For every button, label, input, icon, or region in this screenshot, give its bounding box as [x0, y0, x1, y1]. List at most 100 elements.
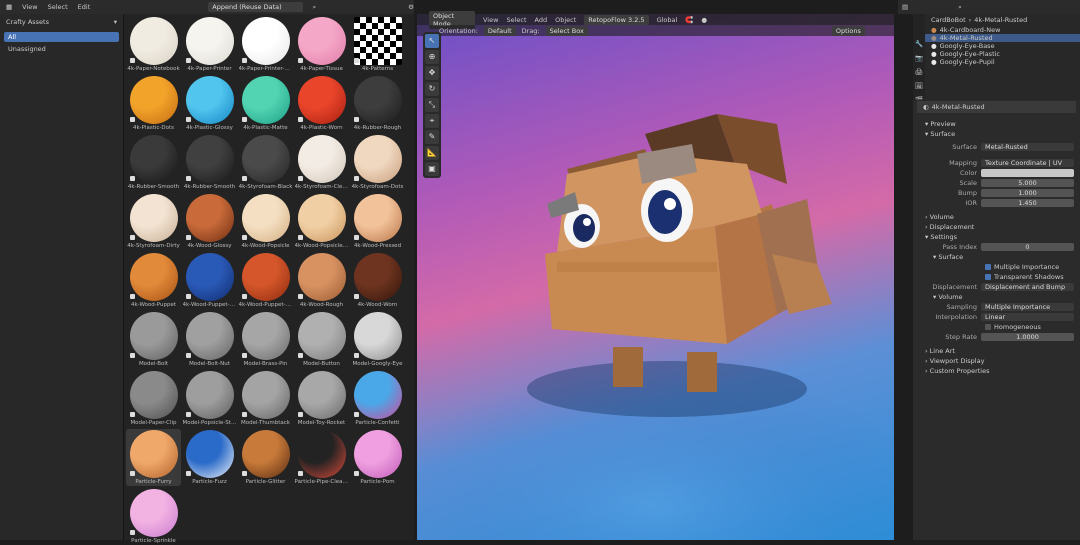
asset-tile[interactable]: Model-Thumbtack	[238, 370, 293, 427]
asset-tile[interactable]: Particle-Glitter	[238, 429, 293, 486]
subsection-volume[interactable]: Volume	[913, 292, 1080, 302]
settings-icon[interactable]: ⚙	[408, 3, 414, 11]
asset-tile[interactable]: 4k-Plastic-Worn	[294, 75, 349, 132]
asset-tile[interactable]: 4k-Wood-Puppet	[126, 252, 181, 309]
asset-tile[interactable]: Particle-Confetti	[350, 370, 405, 427]
section-line-art[interactable]: Line Art	[913, 346, 1080, 356]
drag-dropdown[interactable]: Select Box	[545, 25, 588, 36]
subsection-surface[interactable]: Surface	[913, 252, 1080, 262]
render-tab-icon[interactable]: 📷	[915, 54, 923, 62]
section-volume[interactable]: Volume	[913, 212, 1080, 222]
material-slot[interactable]: ● Googly-Eye-Plastic	[925, 50, 1080, 58]
mapping-field[interactable]: Texture Coordinate | UV	[981, 159, 1074, 167]
asset-tile[interactable]: 4k-Wood-Pressed	[350, 193, 405, 250]
asset-tile[interactable]: 4k-Rubber-Smooth	[182, 134, 237, 191]
surface-shader-field[interactable]: Metal-Rusted	[981, 143, 1074, 151]
vp-menu-object[interactable]: Object	[555, 16, 576, 24]
transparent-shadows-checkbox[interactable]: Transparent Shadows	[913, 272, 1080, 282]
category-all[interactable]: All	[4, 32, 119, 42]
rotate-icon[interactable]: ↻	[425, 82, 439, 96]
sampling-dropdown[interactable]: Multiple Importance	[981, 303, 1074, 311]
displacement-dropdown[interactable]: Displacement and Bump	[981, 283, 1074, 291]
asset-tile[interactable]: Particle-Sprinkle	[126, 488, 181, 545]
asset-tile[interactable]: 4k-Paper-Printer	[182, 16, 237, 73]
asset-tile[interactable]: Particle-Furry	[126, 429, 181, 486]
scale-icon[interactable]: ⤡	[425, 98, 439, 112]
ior-field[interactable]: 1.450	[981, 199, 1074, 207]
asset-tile[interactable]: 4k-Styrofoam-Black	[238, 134, 293, 191]
asset-tile[interactable]: Particle-Fuzz	[182, 429, 237, 486]
asset-tile[interactable]: Model-Bolt	[126, 311, 181, 368]
snap-icon[interactable]: 🧲	[685, 16, 693, 24]
section-custom-properties[interactable]: Custom Properties	[913, 366, 1080, 376]
asset-tile[interactable]: 4k-Styrofoam-Clean	[294, 134, 349, 191]
select-cursor-icon[interactable]: ↖	[425, 34, 439, 48]
material-slot[interactable]: ● 4k-Cardboard-New	[925, 26, 1080, 34]
library-selector[interactable]: Crafty Assets ▾	[0, 14, 123, 30]
section-preview[interactable]: Preview	[913, 119, 1080, 129]
asset-tile[interactable]: 4k-Styrofoam-Dots	[350, 134, 405, 191]
asset-tile[interactable]: Model-Toy-Rocket	[294, 370, 349, 427]
asset-tile[interactable]: 4k-Wood-Glossy	[182, 193, 237, 250]
import-mode-dropdown[interactable]: Append (Reuse Data)	[208, 2, 303, 12]
material-slot[interactable]: ● Googly-Eye-Pupil	[925, 58, 1080, 66]
asset-tile[interactable]: 4k-Wood-Worn	[350, 252, 405, 309]
bump-field[interactable]: 1.000	[981, 189, 1074, 197]
tool-tab-icon[interactable]: 🔧	[915, 40, 923, 48]
asset-tile[interactable]: Model-Brass-Pin	[238, 311, 293, 368]
view-layer-tab-icon[interactable]: 🖼	[915, 82, 923, 90]
material-slot[interactable]: ● Googly-Eye-Base	[925, 42, 1080, 50]
annotate-icon[interactable]: ✎	[425, 130, 439, 144]
material-datablock[interactable]: ◐ 4k-Metal-Rusted	[917, 101, 1076, 113]
menu-view[interactable]: View	[22, 3, 37, 11]
move-icon[interactable]: ✥	[425, 66, 439, 80]
shading-solid-icon[interactable]: ●	[701, 16, 707, 24]
asset-tile[interactable]: 4k-Patterns	[350, 16, 405, 73]
measure-icon[interactable]: 📐	[425, 146, 439, 160]
asset-tile[interactable]: 4k-Paper-Notebook	[126, 16, 181, 73]
section-surface[interactable]: Surface	[913, 129, 1080, 139]
vp-menu-add[interactable]: Add	[535, 16, 548, 24]
asset-tile[interactable]: 4k-Rubber-Smooth	[126, 134, 181, 191]
asset-tile[interactable]: 4k-Styrofoam-Dirty	[126, 193, 181, 250]
asset-tile[interactable]: Model-Popsicle-Stick	[182, 370, 237, 427]
asset-tile[interactable]: Particle-Pom	[350, 429, 405, 486]
vp-menu-view[interactable]: View	[483, 16, 498, 24]
category-unassigned[interactable]: Unassigned	[4, 44, 119, 54]
color-swatch[interactable]	[981, 169, 1074, 177]
add-cube-icon[interactable]: ▣	[425, 162, 439, 176]
asset-tile[interactable]: 4k-Plastic-Dots	[126, 75, 181, 132]
multiple-importance-checkbox[interactable]: Multiple Importance	[913, 262, 1080, 272]
vp-menu-select[interactable]: Select	[506, 16, 526, 24]
editor-type-icon-right[interactable]: ▤	[902, 3, 908, 11]
asset-tile[interactable]: 4k-Wood-Popsicle-Dark	[294, 193, 349, 250]
orientation-dropdown[interactable]: Default	[483, 25, 516, 36]
search-field-icon[interactable]: ⌕	[958, 3, 962, 12]
material-slot[interactable]: ● 4k-Metal-Rusted	[925, 34, 1080, 42]
asset-tile[interactable]: 4k-Plastic-Matte	[238, 75, 293, 132]
asset-tile[interactable]: Model-Button	[294, 311, 349, 368]
asset-tile[interactable]: 4k-Wood-Puppet-Painted	[182, 252, 237, 309]
section-settings[interactable]: Settings	[913, 232, 1080, 242]
asset-tile[interactable]: Model-Googly-Eye	[350, 311, 405, 368]
interpolation-dropdown[interactable]: Linear	[981, 313, 1074, 321]
homogeneous-checkbox[interactable]: Homogeneous	[913, 322, 1080, 332]
menu-select[interactable]: Select	[48, 3, 68, 11]
asset-tile[interactable]: 4k-Plastic-Glossy	[182, 75, 237, 132]
section-displacement[interactable]: Displacement	[913, 222, 1080, 232]
asset-tile[interactable]: Model-Bolt-Nut	[182, 311, 237, 368]
asset-tile[interactable]: 4k-Wood-Popsicle	[238, 193, 293, 250]
search-icon[interactable]: ⌕	[313, 3, 317, 12]
asset-tile[interactable]: Model-Paper-Clip	[126, 370, 181, 427]
transform-orientation[interactable]: Global	[657, 16, 678, 24]
pass-index-field[interactable]: 0	[981, 243, 1074, 251]
asset-tile[interactable]: 4k-Rubber-Rough	[350, 75, 405, 132]
transform-icon[interactable]: ⌖	[425, 114, 439, 128]
asset-tile[interactable]: 4k-Wood-Puppet-Red	[238, 252, 293, 309]
asset-tile[interactable]: Particle-Pipe-Cleaner	[294, 429, 349, 486]
editor-type-icon[interactable]: ▦	[6, 3, 12, 11]
step-rate-field[interactable]: 1.0000	[981, 333, 1074, 341]
cursor-icon[interactable]: ⊕	[425, 50, 439, 64]
asset-tile[interactable]: 4k-Paper-Printer-Color	[238, 16, 293, 73]
output-tab-icon[interactable]: 🖨	[915, 68, 923, 76]
